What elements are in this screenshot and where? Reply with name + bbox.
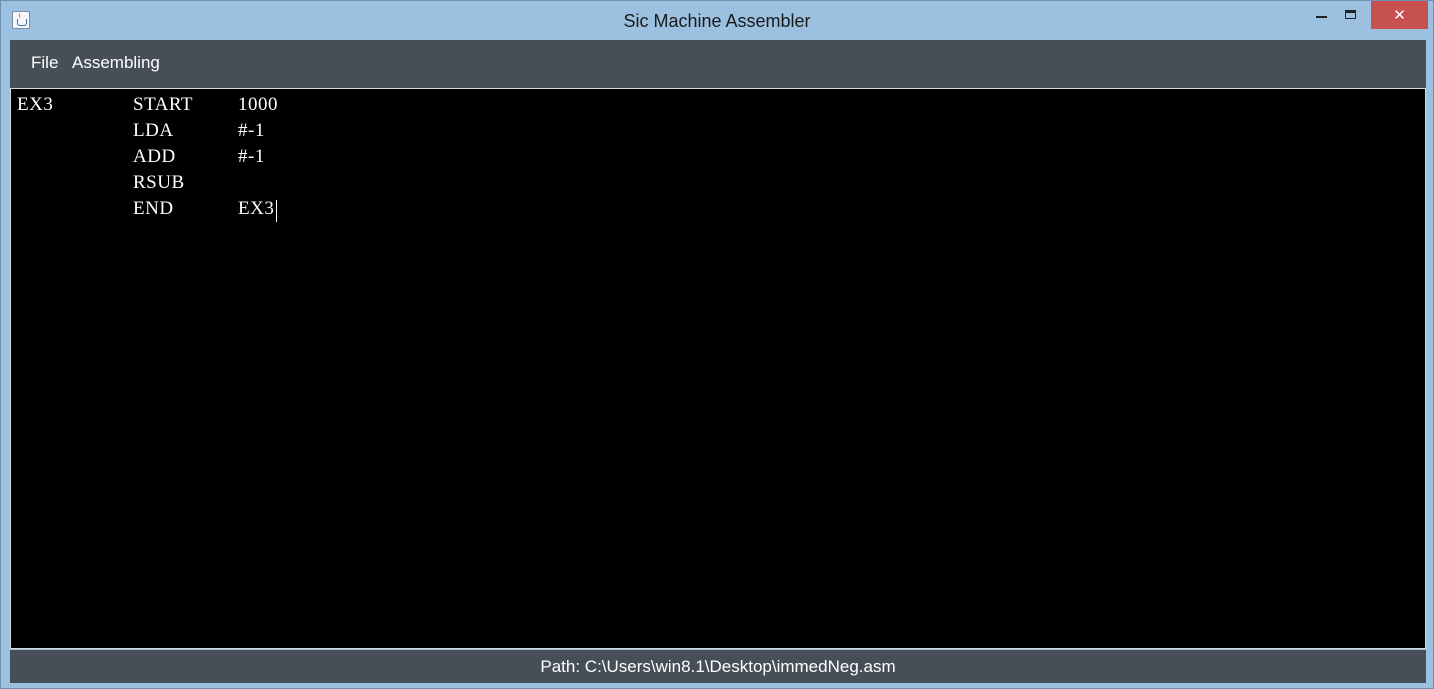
code-editor[interactable]: EX3 START 1000 LDA #-1 ADD #-1 RSUB END … [10,88,1426,649]
line-opcode: START [133,94,194,115]
code-line: LDA #-1 [11,120,1411,146]
maximize-button[interactable] [1336,1,1365,27]
close-icon: ✕ [1393,6,1406,24]
line-operand: EX3 [238,198,275,219]
close-button[interactable]: ✕ [1371,1,1428,29]
window-title: Sic Machine Assembler [623,11,811,31]
minimize-icon [1316,16,1327,18]
line-operand: 1000 [238,94,278,115]
status-bar: Path: C:\Users\win8.1\Desktop\immedNeg.a… [10,650,1426,683]
code-line: ADD #-1 [11,146,1411,172]
text-caret [276,200,277,222]
line-opcode: LDA [133,120,174,141]
title-bar[interactable]: Sic Machine Assembler ✕ [1,1,1433,39]
minimize-button[interactable] [1307,1,1336,27]
menu-assembling[interactable]: Assembling [72,40,160,86]
file-path-label: Path: C:\Users\win8.1\Desktop\immedNeg.a… [540,657,896,676]
line-label: EX3 [17,94,54,115]
maximize-icon [1345,10,1356,19]
app-window: Sic Machine Assembler ✕ File Assembling … [0,0,1434,689]
line-operand: #-1 [238,146,265,167]
code-line: RSUB [11,172,1411,198]
menu-file[interactable]: File [31,40,58,86]
line-operand: #-1 [238,120,265,141]
line-opcode: END [133,198,174,219]
menu-bar: File Assembling [10,40,1426,88]
code-line: END EX3 [11,198,1411,224]
line-opcode: ADD [133,146,176,167]
line-opcode: RSUB [133,172,185,193]
code-line: EX3 START 1000 [11,94,1411,120]
